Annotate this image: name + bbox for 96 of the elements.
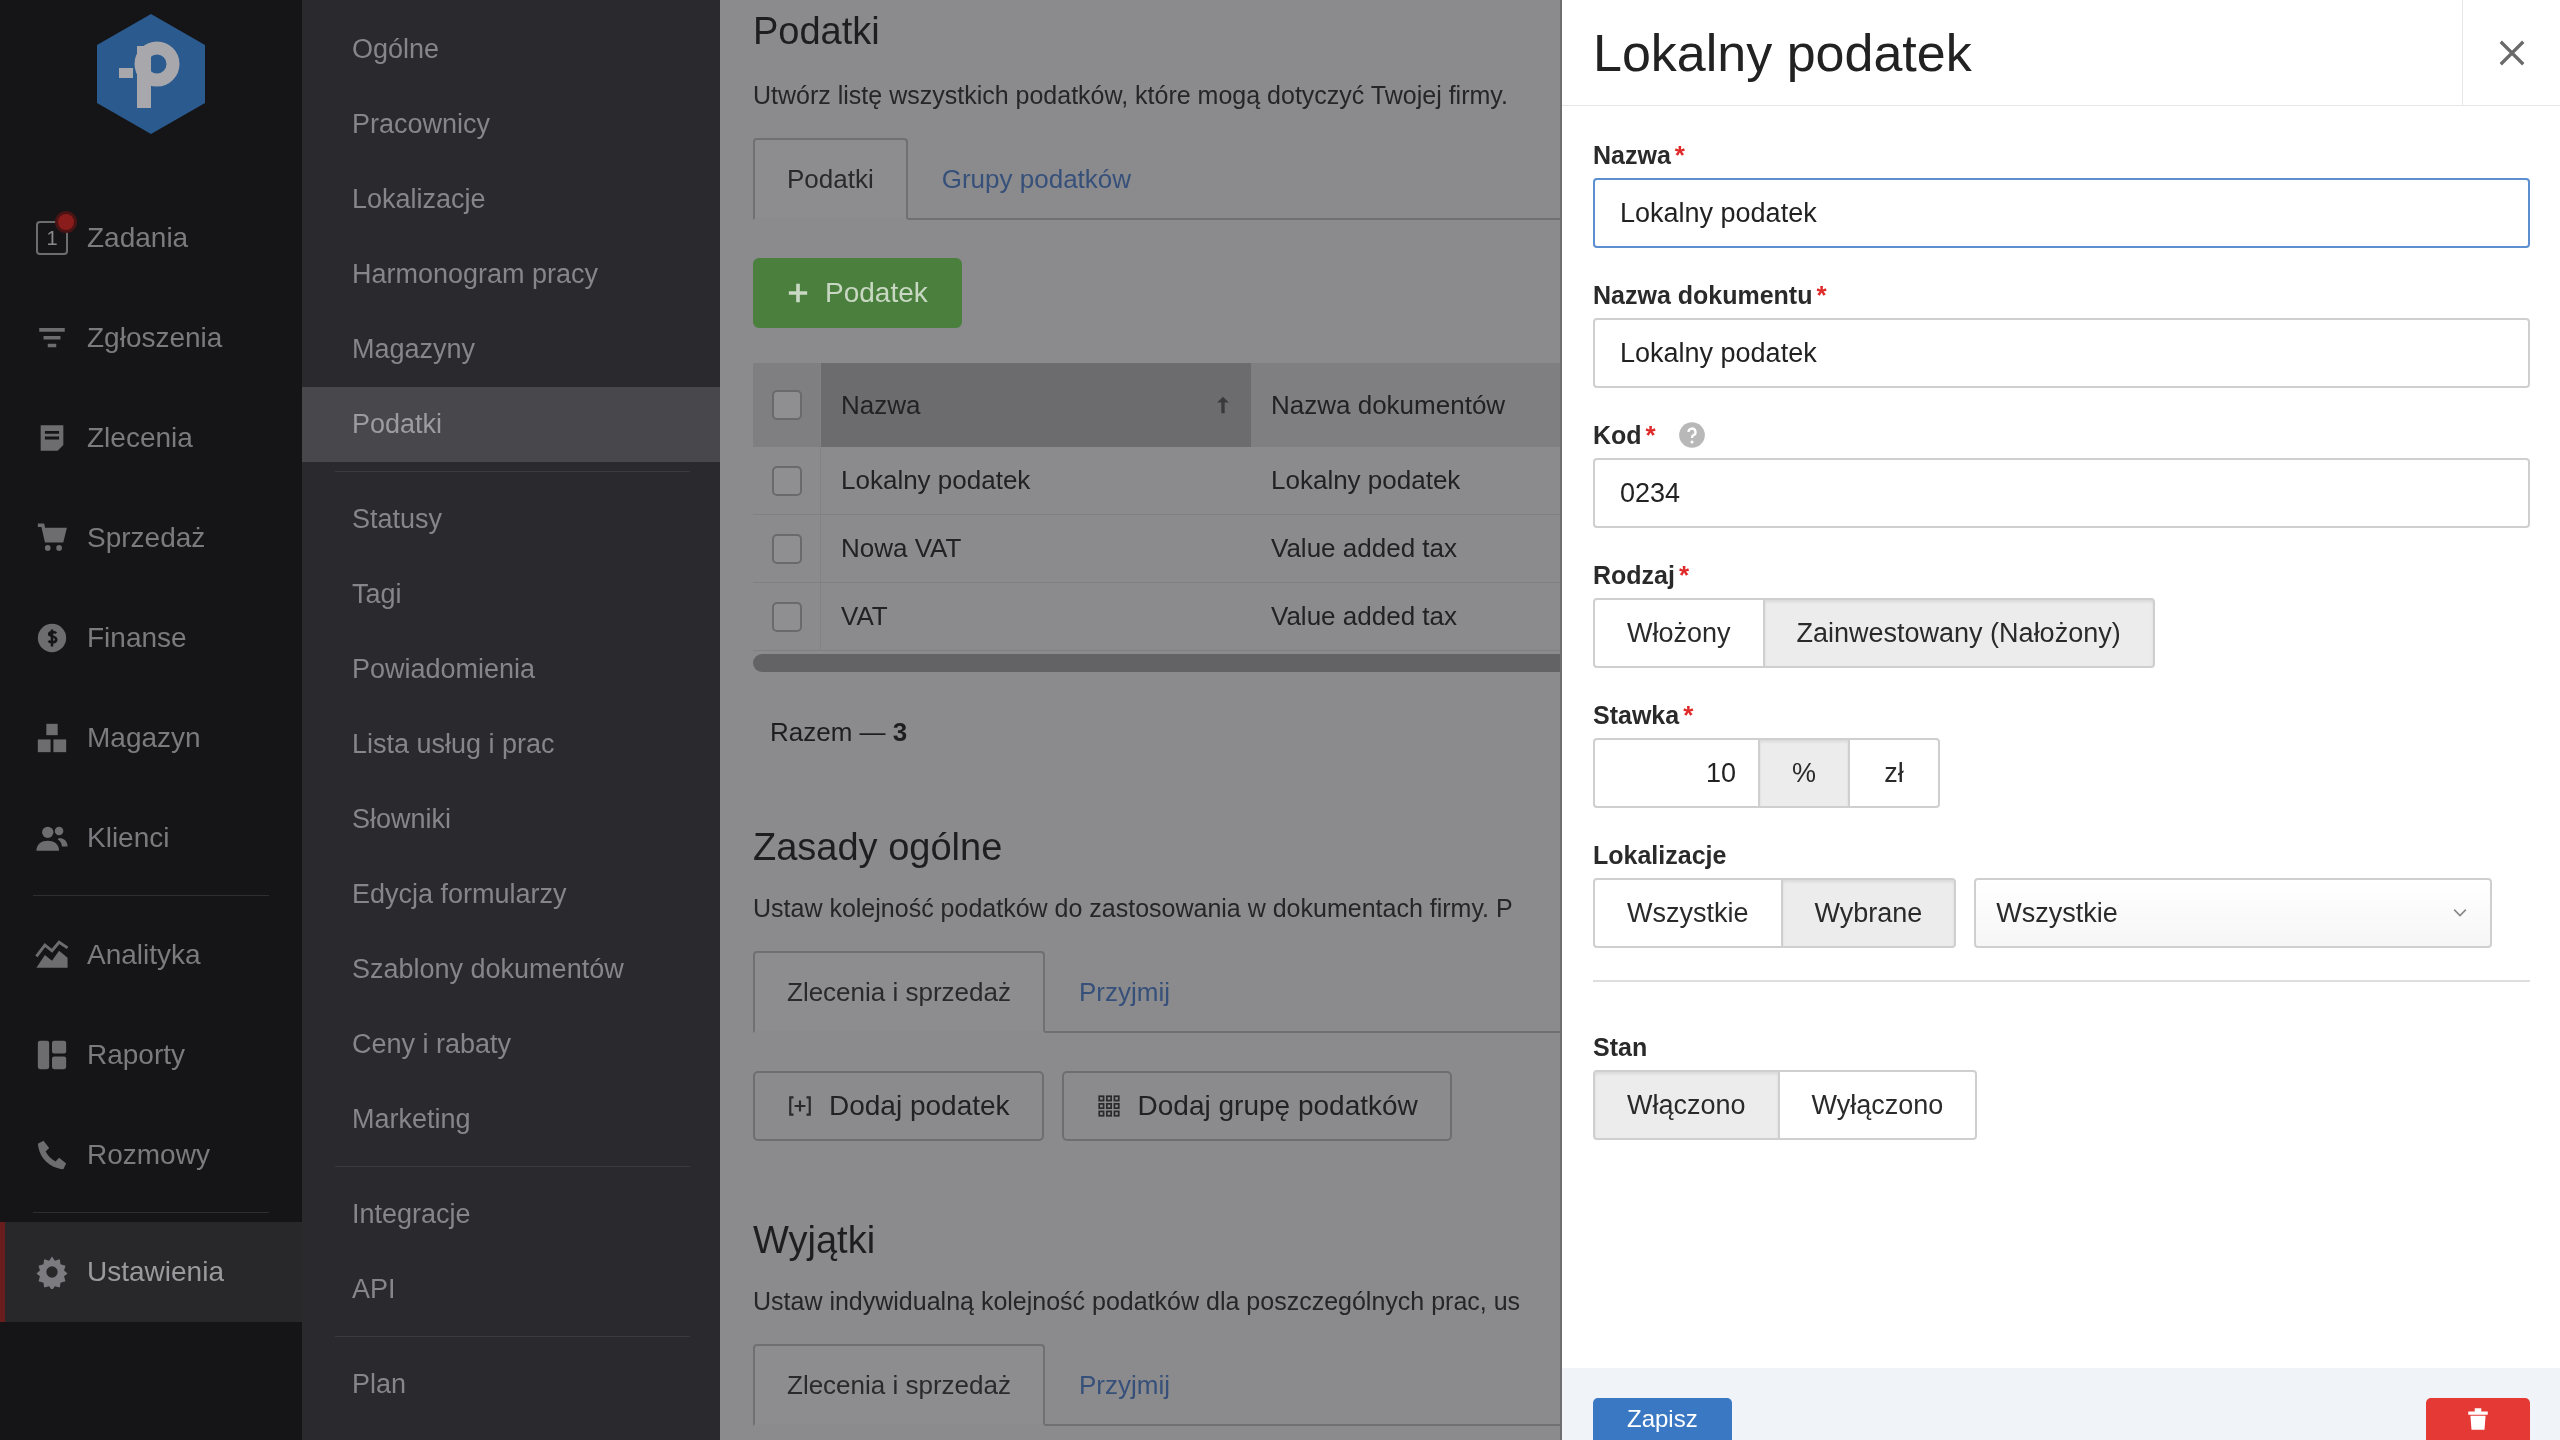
unit-button[interactable]: %: [1758, 738, 1850, 808]
plus-icon: [787, 282, 809, 304]
checkbox[interactable]: [771, 601, 802, 632]
table-cell-text: Nowa VAT: [840, 532, 963, 565]
description: Ustaw kolejność podatków do zastosowania w dokumentach firmy. P: [753, 894, 1514, 923]
option-button[interactable]: Wybrane: [1780, 878, 1957, 948]
input-field[interactable]: 0234: [1593, 458, 2530, 528]
field-label: Rodzaj: [1593, 560, 1675, 590]
field-label: Stawka: [1593, 700, 1680, 730]
description: Utwórz listę wszystkich podatków, które mogą dotyczyć Twojej firmy.: [753, 81, 1509, 110]
menu-item[interactable]: Ceny i rabaty: [302, 1007, 720, 1082]
option-button[interactable]: Zainwestowany (Nałożony): [1762, 598, 2155, 668]
total-count: Razem — 3: [769, 717, 909, 748]
table-cell-text: Value added tax: [1270, 532, 1458, 565]
dollar-coin-icon: [35, 621, 69, 655]
checkbox[interactable]: [771, 390, 802, 420]
nav-item[interactable]: Zgłoszenia: [0, 288, 302, 388]
grid-icon: [1095, 1093, 1122, 1119]
field-label: Stan: [1593, 1032, 1648, 1062]
nav-item[interactable]: Ustawienia: [0, 1222, 302, 1322]
table-cell-text: Lokalny podatek: [1270, 464, 1462, 497]
menu-item[interactable]: Tagi: [302, 557, 720, 632]
nav-item[interactable]: Analityka: [0, 905, 302, 1005]
menu-item[interactable]: Lista usług i prac: [302, 707, 720, 782]
section-title: Wyjątki: [753, 1219, 877, 1262]
checkbox[interactable]: [771, 465, 802, 496]
option-button[interactable]: Wyłączono: [1777, 1070, 1978, 1140]
required-mark: *: [1645, 419, 1656, 451]
nav-item[interactable]: Sprzedaż: [0, 488, 302, 588]
field-label: Lokalizacje: [1593, 840, 1727, 870]
required-mark: *: [1683, 699, 1694, 731]
menu-item[interactable]: Ogólne: [302, 12, 720, 87]
checkbox[interactable]: [771, 533, 802, 564]
option-button[interactable]: Włączono: [1593, 1070, 1780, 1140]
delete-button[interactable]: [2426, 1398, 2530, 1440]
menu-item[interactable]: Podatki: [302, 387, 720, 462]
menu-item[interactable]: Harmonogram pracy: [302, 237, 720, 312]
logo-icon[interactable]: [95, 12, 207, 136]
rate-field[interactable]: 10: [1593, 738, 1760, 808]
input-field[interactable]: Lokalny podatek: [1593, 178, 2530, 248]
field-label: Kod: [1593, 420, 1642, 450]
tab[interactable]: Podatki: [753, 138, 908, 220]
menu-item[interactable]: Plan: [302, 1347, 720, 1422]
menu-item[interactable]: Słowniki: [302, 782, 720, 857]
tab[interactable]: Przyjmij: [1045, 1344, 1204, 1426]
option-button[interactable]: Włożony: [1593, 598, 1765, 668]
nav-item[interactable]: Klienci: [0, 788, 302, 888]
tab[interactable]: Przyjmij: [1045, 951, 1204, 1033]
nav-item[interactable]: Zlecenia: [0, 388, 302, 488]
menu-item[interactable]: Marketing: [302, 1082, 720, 1157]
menu-item[interactable]: Integracje: [302, 1177, 720, 1252]
scrollbar[interactable]: [753, 654, 1560, 672]
menu-item[interactable]: Szablony dokumentów: [302, 932, 720, 1007]
panel-title: Lokalny podatek: [1592, 22, 1973, 83]
field-label: Nazwa dokumentu: [1593, 280, 1813, 310]
unit-button[interactable]: zł: [1848, 738, 1940, 808]
field-label: Nazwa: [1593, 140, 1671, 170]
menu-item[interactable]: Edycja formularzy: [302, 857, 720, 932]
menu-item[interactable]: Magazyny: [302, 312, 720, 387]
nav-item[interactable]: 1 Zadania: [0, 188, 302, 288]
table-cell-text: VAT: [840, 600, 889, 633]
add-tax-group-button[interactable]: Dodaj grupę podatków: [1061, 1071, 1452, 1141]
required-mark: *: [1816, 279, 1827, 311]
nav-item[interactable]: Magazyn: [0, 688, 302, 788]
required-mark: *: [1678, 559, 1690, 591]
column-header[interactable]: Nazwa: [821, 363, 1251, 447]
trash-icon: [2465, 1406, 2491, 1432]
save-button[interactable]: Zapisz: [1593, 1398, 1732, 1440]
phone-icon: [35, 1138, 69, 1172]
section-title: Zasady ogólne: [753, 826, 1004, 869]
table-icon: [35, 1038, 69, 1072]
page-title: Podatki: [753, 10, 881, 54]
nav-item[interactable]: Raporty: [0, 1005, 302, 1105]
input-field[interactable]: Lokalny podatek: [1593, 318, 2530, 388]
tab[interactable]: Grupy podatków: [907, 138, 1166, 220]
menu-item[interactable]: Pracownicy: [302, 87, 720, 162]
menu-item[interactable]: API: [302, 1252, 720, 1327]
tab[interactable]: Zlecenia i sprzedaż: [753, 1344, 1045, 1426]
table-cell-text: Value added tax: [1270, 600, 1458, 633]
nav-item[interactable]: Finanse: [0, 588, 302, 688]
menu-item[interactable]: Lokalizacje: [302, 162, 720, 237]
menu-item[interactable]: Statusy: [302, 482, 720, 557]
dropdown[interactable]: Wszystkie: [1974, 878, 2493, 948]
column-header[interactable]: Nazwa dokumentów: [1251, 363, 1560, 447]
add-tax-button[interactable]: Podatek: [753, 258, 962, 328]
required-mark: *: [1674, 139, 1685, 171]
tab[interactable]: Zlecenia i sprzedaż: [753, 951, 1045, 1033]
add-bracket-icon: [787, 1093, 813, 1119]
table-cell-text: Lokalny podatek: [840, 464, 1032, 497]
boxes-icon: [35, 721, 69, 755]
settings-icon: [35, 1255, 69, 1289]
menu-item[interactable]: Powiadomienia: [302, 632, 720, 707]
option-button[interactable]: Wszystkie: [1593, 878, 1783, 948]
description: Ustaw indywidualną kolejność podatków dla poszczególnych prac, us: [753, 1287, 1522, 1316]
add-tax-button[interactable]: Dodaj podatek: [753, 1071, 1044, 1141]
nav-item[interactable]: Rozmowy: [0, 1105, 302, 1205]
